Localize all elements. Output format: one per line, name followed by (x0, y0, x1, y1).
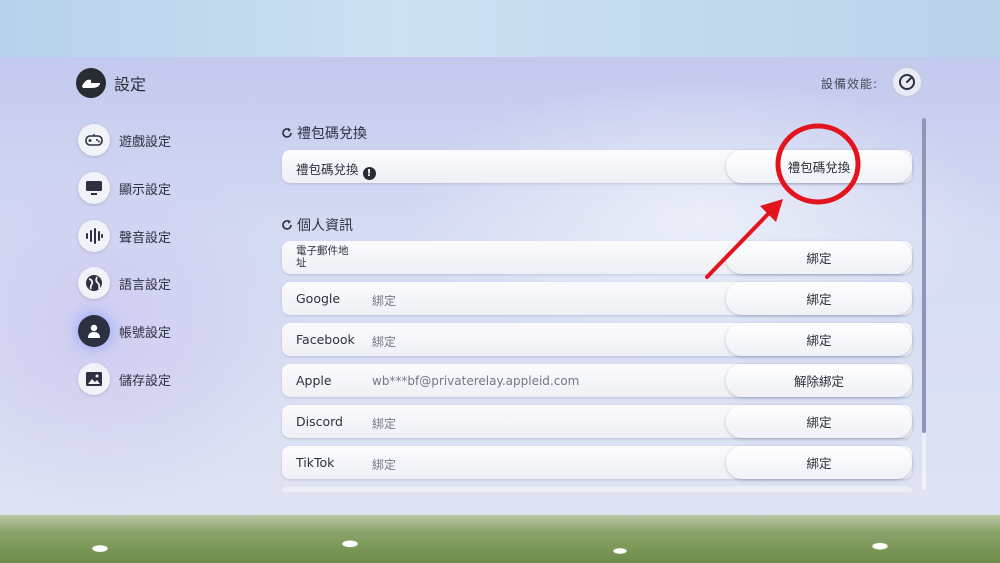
highlight-circle (775, 123, 861, 205)
pointer-arrow-line (705, 210, 772, 279)
annotation-overlay (705, 123, 861, 279)
